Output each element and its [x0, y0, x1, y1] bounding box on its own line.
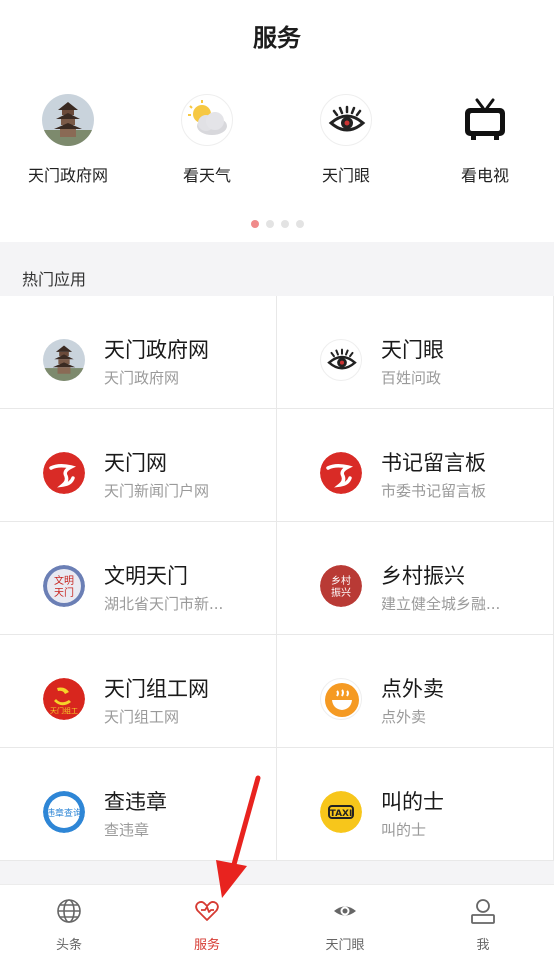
app-name: 书记留言板 — [381, 451, 486, 475]
page-dot[interactable] — [250, 220, 259, 228]
tianmen-net-icon — [43, 452, 85, 494]
carousel-label: 天门政府网 — [27, 166, 108, 185]
carousel-item-gov[interactable]: 天门政府网 — [8, 94, 128, 186]
app-description: 天门政府网 — [104, 369, 180, 387]
app-description: 天门新闻门户网 — [104, 482, 210, 500]
app-item-tianmen-net[interactable]: 天门网 天门新闻门户网 — [0, 409, 277, 522]
party-icon: 天门组工 — [43, 678, 85, 720]
app-item-takeout[interactable]: 点外卖 点外卖 — [277, 635, 554, 748]
bottom-tab-bar: 头条 服务 天门眼 我 — [0, 884, 554, 956]
app-item-eye[interactable]: 天门眼 百姓问政 — [277, 296, 554, 409]
eye-icon — [320, 339, 362, 381]
app-name: 乡村振兴 — [381, 564, 465, 588]
rural-revival-icon: 乡村 振兴 — [320, 565, 362, 607]
page-dot[interactable] — [280, 220, 289, 228]
pagoda-icon — [42, 94, 94, 146]
app-description: 百姓问政 — [381, 369, 442, 387]
eye-icon — [331, 897, 359, 925]
app-name: 点外卖 — [381, 677, 444, 701]
app-item-taxi[interactable]: TAXI 叫的士 叫的士 — [277, 748, 554, 861]
app-item-secretary-board[interactable]: 书记留言板 市委书记留言板 — [277, 409, 554, 522]
app-description: 点外卖 — [381, 708, 427, 726]
tab-label: 头条 — [55, 938, 82, 953]
hot-apps-grid: 天门政府网 天门政府网 天门眼 百姓问政 天门网 天门新闻门户网 书记留言板 市… — [0, 296, 554, 861]
tab-tianmen-eye[interactable]: 天门眼 — [276, 885, 414, 956]
page-dot[interactable] — [265, 220, 274, 228]
app-name: 查违章 — [104, 790, 167, 814]
taxi-icon-text: TAXI — [330, 809, 353, 819]
carousel-page-indicator — [0, 220, 554, 228]
carousel-label: 看电视 — [460, 166, 509, 185]
carousel-label: 天门眼 — [321, 166, 370, 185]
pagoda-icon — [43, 339, 85, 381]
tianmen-net-icon — [320, 452, 362, 494]
service-carousel[interactable]: 天门政府网 看天气 天门眼 看电视 — [0, 70, 554, 242]
tv-icon — [459, 94, 511, 146]
app-description: 市委书记留言板 — [381, 482, 487, 500]
app-name: 天门政府网 — [104, 338, 209, 362]
rural-revival-icon-text: 振兴 — [331, 586, 351, 599]
civilization-icon-text: 天门 — [54, 586, 74, 599]
eye-icon — [320, 94, 372, 146]
app-description: 湖北省天门市新... — [104, 595, 224, 613]
civilization-icon: 文明 天门 — [43, 565, 85, 607]
civilization-icon-text: 文明 — [54, 574, 74, 587]
tab-headlines[interactable]: 头条 — [0, 885, 138, 956]
carousel-label: 看天气 — [182, 166, 231, 185]
tab-label: 我 — [476, 938, 490, 953]
tab-label: 服务 — [193, 938, 220, 953]
globe-icon — [55, 897, 83, 925]
page-title: 服务 — [253, 24, 301, 52]
app-item-violation[interactable]: 违章查询 查违章 查违章 — [0, 748, 277, 861]
takeout-icon — [320, 678, 362, 720]
page-dot[interactable] — [295, 220, 304, 228]
app-description: 天门组工网 — [104, 708, 180, 726]
app-name: 天门网 — [104, 451, 167, 475]
section-title-hot-apps: 热门应用 — [22, 270, 87, 289]
app-item-civilization[interactable]: 文明 天门 文明天门 湖北省天门市新... — [0, 522, 277, 635]
app-item-rural-revival[interactable]: 乡村 振兴 乡村振兴 建立健全城乡融... — [277, 522, 554, 635]
carousel-item-tv[interactable]: 看电视 — [425, 94, 545, 186]
app-description: 查违章 — [104, 821, 150, 839]
heart-icon — [193, 897, 221, 925]
rural-revival-icon-text: 乡村 — [331, 574, 351, 587]
violation-icon-text: 违章查询 — [46, 807, 82, 819]
tab-services[interactable]: 服务 — [138, 885, 276, 956]
tab-label: 天门眼 — [325, 938, 365, 953]
weather-icon — [181, 94, 233, 146]
taxi-icon: TAXI — [320, 791, 362, 833]
person-icon — [469, 897, 497, 925]
tab-me[interactable]: 我 — [414, 885, 552, 956]
app-name: 叫的士 — [381, 790, 444, 814]
app-name: 天门眼 — [381, 338, 444, 362]
app-description: 叫的士 — [381, 821, 427, 839]
app-item-party-network[interactable]: 天门组工 天门组工网 天门组工网 — [0, 635, 277, 748]
header: 服务 — [0, 0, 554, 70]
party-icon-text: 天门组工 — [50, 706, 78, 715]
carousel-item-weather[interactable]: 看天气 — [147, 94, 267, 186]
violation-icon: 违章查询 — [43, 791, 85, 833]
carousel-item-eye[interactable]: 天门眼 — [286, 94, 406, 186]
app-name: 文明天门 — [104, 564, 188, 588]
app-description: 建立健全城乡融... — [381, 595, 501, 613]
app-name: 天门组工网 — [104, 677, 209, 701]
app-item-gov[interactable]: 天门政府网 天门政府网 — [0, 296, 277, 409]
